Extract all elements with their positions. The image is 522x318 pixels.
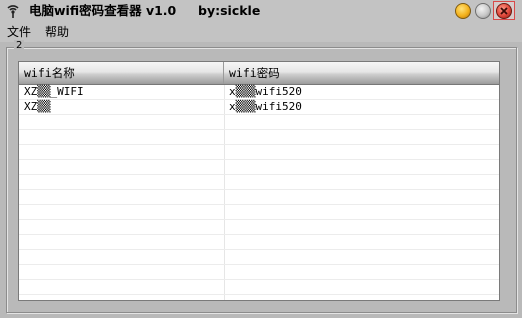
column-header-wifi-password[interactable]: wifi密码 bbox=[224, 62, 499, 84]
menu-file[interactable]: 文件 bbox=[7, 24, 31, 40]
list-row-empty[interactable] bbox=[19, 160, 499, 175]
menu-bar: 文件 帮助 bbox=[0, 22, 522, 42]
list-row-empty[interactable] bbox=[19, 235, 499, 250]
group-box-label: 2 bbox=[14, 40, 25, 52]
wifi-app-icon bbox=[7, 5, 19, 18]
maximize-button[interactable] bbox=[475, 3, 491, 19]
wifi-list[interactable]: wifi名称 wifi密码 XZ▒▒_WIFI x▒▒▒wifi520 XZ▒▒ x▒… bbox=[18, 61, 500, 301]
list-row-empty[interactable] bbox=[19, 265, 499, 280]
close-icon bbox=[496, 3, 512, 19]
close-button[interactable] bbox=[493, 1, 515, 20]
wifi-name-cell: XZ▒▒ bbox=[24, 100, 51, 113]
list-row-empty[interactable] bbox=[19, 175, 499, 190]
list-header: wifi名称 wifi密码 bbox=[19, 62, 499, 85]
list-row-empty[interactable] bbox=[19, 190, 499, 205]
list-row-empty[interactable] bbox=[19, 280, 499, 295]
wifi-name-cell: XZ▒▒_WIFI bbox=[24, 85, 84, 98]
list-row-empty[interactable] bbox=[19, 220, 499, 235]
list-row[interactable]: XZ▒▒_WIFI x▒▒▒wifi520 bbox=[19, 85, 499, 100]
list-row-empty[interactable] bbox=[19, 130, 499, 145]
list-row-empty[interactable] bbox=[19, 145, 499, 160]
list-row-empty[interactable] bbox=[19, 250, 499, 265]
window-title: 电脑wifi密码查看器 v1.0 by:sickle bbox=[29, 3, 261, 18]
list-row-empty[interactable] bbox=[19, 205, 499, 220]
list-row-empty[interactable] bbox=[19, 115, 499, 130]
title-bar[interactable]: 电脑wifi密码查看器 v1.0 by:sickle bbox=[0, 0, 522, 22]
column-header-wifi-name[interactable]: wifi名称 bbox=[19, 62, 224, 84]
wifi-password-cell: x▒▒▒wifi520 bbox=[229, 100, 302, 113]
list-row[interactable]: XZ▒▒ x▒▒▒wifi520 bbox=[19, 100, 499, 115]
minimize-button[interactable] bbox=[455, 3, 471, 19]
wifi-password-cell: x▒▒▒wifi520 bbox=[229, 85, 302, 98]
menu-help[interactable]: 帮助 bbox=[45, 24, 69, 40]
